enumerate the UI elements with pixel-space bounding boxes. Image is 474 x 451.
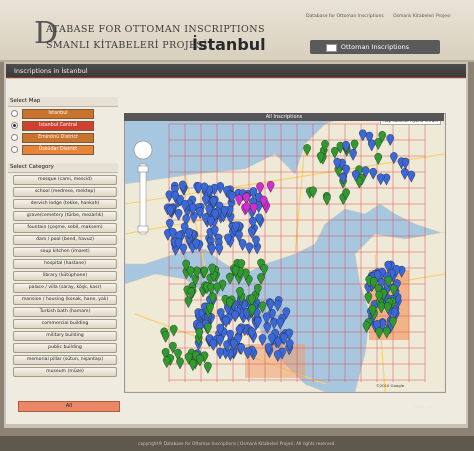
category-memorial-pillar[interactable]: memorial pillar (sütun, nişantaşı) xyxy=(13,355,117,365)
map-button-uskudar[interactable]: Üsküdar District xyxy=(22,145,94,155)
category-public-building[interactable]: public building xyxy=(13,343,117,353)
logo-line-english: ATABASE FOR OTTOMAN INSCRIPTIONS xyxy=(46,24,265,35)
category-grave-cemetery[interactable]: grave/cemetery (türbe, mezarlık) xyxy=(13,211,117,221)
category-hospital[interactable]: hospital (hastane) xyxy=(13,259,117,269)
top-link-turkish[interactable]: Osmanlı Kitabeleri Projesi xyxy=(393,14,450,19)
map-option-eminonu[interactable]: Eminönü District xyxy=(10,133,118,143)
zoom-slider[interactable] xyxy=(139,163,147,235)
map-radio-eminonu[interactable] xyxy=(11,134,18,141)
category-palace-villa[interactable]: palace / villa (saray, köşk, kasr) xyxy=(13,283,117,293)
select-map-heading: Select Map xyxy=(8,97,118,107)
ottoman-tab-label: Ottoman Inscriptions xyxy=(340,43,410,51)
category-commercial-building[interactable]: commercial building xyxy=(13,319,117,329)
panel-body: Select Map Istanbul Istanbul Central Emi… xyxy=(6,79,466,424)
map-option-istanbul[interactable]: Istanbul xyxy=(10,109,118,119)
zoom-in-icon[interactable] xyxy=(137,165,149,173)
map-radio-istanbul-central[interactable] xyxy=(11,122,18,129)
page-top-link[interactable]: Page top xyxy=(414,405,434,410)
logo-line-turkish: SMANLI KİTABELERİ PROJESİ xyxy=(46,40,208,51)
map-option-uskudar[interactable]: Üsküdar District xyxy=(10,145,118,155)
category-dam-pool[interactable]: dam / pool (bend, havuz) xyxy=(13,235,117,245)
map-canvas[interactable] xyxy=(125,114,445,392)
category-mosque[interactable]: mosque (cami, mescid) xyxy=(13,175,117,185)
zoom-out-icon[interactable] xyxy=(137,225,149,233)
category-mansion-housing[interactable]: mansion / housing (konak, hane, yalı) xyxy=(13,295,117,305)
top-links: Database for Ottoman Inscriptions Osmanl… xyxy=(306,14,459,19)
category-soup-kitchen[interactable]: soup kitchen (imaret) xyxy=(13,247,117,257)
site-header: D ATABASE FOR OTTOMAN INSCRIPTIONS SMANL… xyxy=(0,0,474,62)
category-fountain[interactable]: fountain (çeşme, sebil, maksem) xyxy=(13,223,117,233)
map-button-eminonu[interactable]: Eminönü District xyxy=(22,133,94,143)
flag-icon xyxy=(326,44,337,52)
category-library[interactable]: library (kütüphane) xyxy=(13,271,117,281)
sidebar: Select Map Istanbul Istanbul Central Emi… xyxy=(8,81,120,421)
map-option-istanbul-central[interactable]: Istanbul Central xyxy=(10,121,118,131)
select-category-heading: Select Category xyxy=(8,163,118,173)
map-attribution: ©2010 Google xyxy=(376,383,405,388)
category-military-building[interactable]: military building xyxy=(13,331,117,341)
ottoman-inscriptions-tab[interactable]: Ottoman Inscriptions xyxy=(310,40,440,54)
site-footer: copyright® Database for Ottoman Inscript… xyxy=(0,436,474,451)
logo-city: İstanbul xyxy=(192,35,266,54)
category-turkish-bath[interactable]: Turkish bath (hamam) xyxy=(13,307,117,317)
map-radio-istanbul[interactable] xyxy=(11,110,18,117)
top-link-english[interactable]: Database for Ottoman Inscriptions xyxy=(306,14,384,19)
panel-title: Inscriptions in İstanbul xyxy=(6,64,466,78)
category-museum[interactable]: museum (müze) xyxy=(13,367,117,377)
pan-control-icon[interactable] xyxy=(133,140,153,160)
map-radio-uskudar[interactable] xyxy=(11,146,18,153)
map-button-istanbul[interactable]: Istanbul xyxy=(22,109,94,119)
map-button-istanbul-central[interactable]: Istanbul Central xyxy=(22,121,94,131)
category-dervish-lodge[interactable]: dervish lodge (tekke, hankah) xyxy=(13,199,117,209)
inscriptions-map[interactable]: Map Satellite Hybrid Terrain xyxy=(124,113,446,393)
main-container: Inscriptions in İstanbul Select Map Ista… xyxy=(4,62,468,428)
map-title: All Inscriptions xyxy=(124,113,444,121)
category-school[interactable]: school (medrese, mektep) xyxy=(13,187,117,197)
all-categories-button[interactable]: All xyxy=(18,401,120,412)
